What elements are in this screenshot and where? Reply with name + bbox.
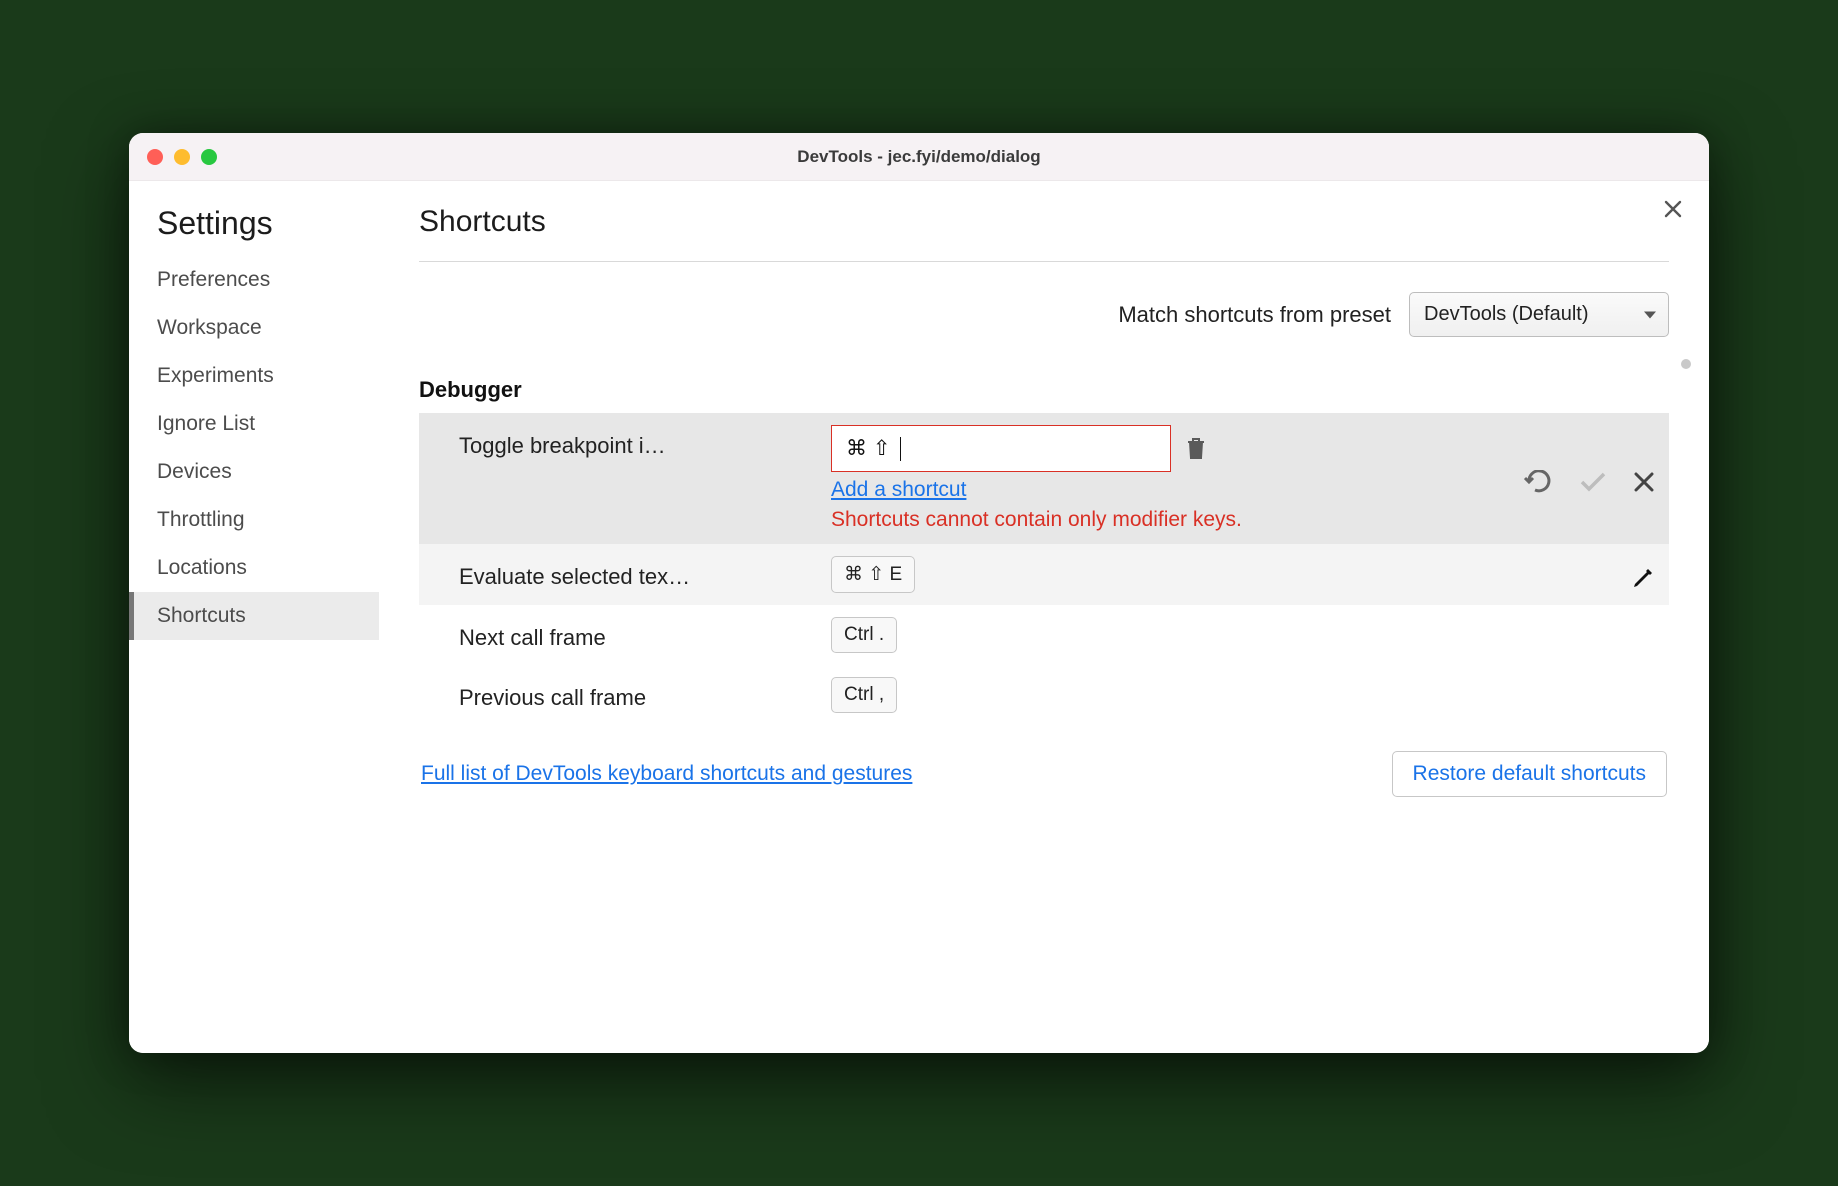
main-panel: Shortcuts Match shortcuts from preset De… xyxy=(379,181,1709,1053)
close-window-button[interactable] xyxy=(147,149,163,165)
shortcut-kbd: Ctrl . xyxy=(831,617,897,653)
preset-label: Match shortcuts from preset xyxy=(1118,302,1391,328)
zoom-window-button[interactable] xyxy=(201,149,217,165)
shortcut-label: Evaluate selected tex… xyxy=(459,556,819,590)
sidebar-item-throttling[interactable]: Throttling xyxy=(129,496,379,544)
full-list-link[interactable]: Full list of DevTools keyboard shortcuts… xyxy=(421,762,912,786)
shortcut-row-next-call-frame: Next call frame Ctrl . xyxy=(419,605,1669,665)
sidebar-item-devices[interactable]: Devices xyxy=(129,448,379,496)
shortcut-label: Previous call frame xyxy=(459,677,819,711)
edit-icon[interactable] xyxy=(1631,566,1655,590)
sidebar-item-ignore-list[interactable]: Ignore List xyxy=(129,400,379,448)
footer: Full list of DevTools keyboard shortcuts… xyxy=(419,725,1669,817)
section-title-debugger: Debugger xyxy=(419,359,1669,413)
shortcut-input[interactable]: ⌘ ⇧ xyxy=(831,425,1171,472)
preset-select[interactable]: DevTools (Default) xyxy=(1409,292,1669,337)
shortcut-error-text: Shortcuts cannot contain only modifier k… xyxy=(831,508,1242,532)
cancel-icon[interactable] xyxy=(1633,471,1655,493)
shortcut-row-toggle-breakpoint: Toggle breakpoint i… ⌘ ⇧ Add a shortcut xyxy=(419,413,1669,544)
shortcuts-scroll-area: Debugger Toggle breakpoint i… ⌘ ⇧ xyxy=(419,359,1669,725)
sidebar-item-workspace[interactable]: Workspace xyxy=(129,304,379,352)
text-caret xyxy=(900,437,901,461)
sidebar-heading: Settings xyxy=(129,205,379,256)
preset-selected-value: DevTools (Default) xyxy=(1424,303,1589,325)
sidebar: Settings Preferences Workspace Experimen… xyxy=(129,181,379,1053)
minimize-window-button[interactable] xyxy=(174,149,190,165)
titlebar: DevTools - jec.fyi/demo/dialog xyxy=(129,133,1709,181)
sidebar-item-preferences[interactable]: Preferences xyxy=(129,256,379,304)
add-shortcut-link[interactable]: Add a shortcut xyxy=(831,478,966,502)
shortcut-input-keys: ⌘ ⇧ xyxy=(846,436,890,461)
undo-icon[interactable] xyxy=(1523,470,1553,494)
shortcut-kbd: Ctrl , xyxy=(831,677,897,713)
devtools-window: DevTools - jec.fyi/demo/dialog Settings … xyxy=(129,133,1709,1053)
sidebar-item-locations[interactable]: Locations xyxy=(129,544,379,592)
scrollbar-thumb[interactable] xyxy=(1681,359,1691,369)
restore-defaults-button[interactable]: Restore default shortcuts xyxy=(1392,751,1667,797)
shortcut-kbd: ⌘ ⇧ E xyxy=(831,556,915,593)
sidebar-item-shortcuts[interactable]: Shortcuts xyxy=(129,592,379,640)
traffic-lights xyxy=(147,149,217,165)
sidebar-item-experiments[interactable]: Experiments xyxy=(129,352,379,400)
shortcut-label: Next call frame xyxy=(459,617,819,651)
window-title: DevTools - jec.fyi/demo/dialog xyxy=(129,147,1709,167)
preset-row: Match shortcuts from preset DevTools (De… xyxy=(419,262,1669,359)
shortcut-label: Toggle breakpoint i… xyxy=(459,425,819,459)
page-title: Shortcuts xyxy=(419,205,1669,262)
trash-icon[interactable] xyxy=(1185,436,1207,462)
shortcut-row-evaluate-selected: Evaluate selected tex… ⌘ ⇧ E xyxy=(419,544,1669,605)
shortcut-row-previous-call-frame: Previous call frame Ctrl , xyxy=(419,665,1669,725)
checkmark-icon[interactable] xyxy=(1579,471,1607,493)
